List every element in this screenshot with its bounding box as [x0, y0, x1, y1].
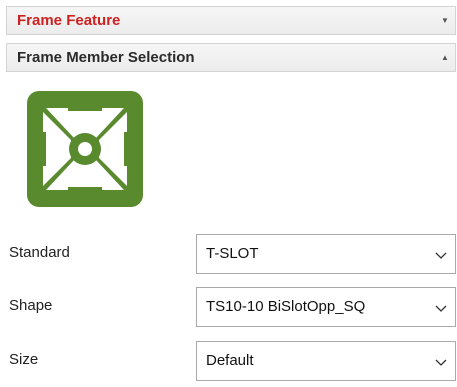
chevron-down-icon[interactable] [433, 247, 449, 263]
chevron-down-icon[interactable]: ▼ [435, 16, 455, 25]
chevron-up-icon[interactable]: ▲ [435, 53, 455, 62]
chevron-down-icon[interactable] [433, 354, 449, 370]
tslot-profile-icon [27, 91, 143, 207]
standard-dropdown[interactable]: T-SLOT [196, 234, 456, 274]
size-row: Size Default [0, 341, 457, 381]
size-dropdown[interactable]: Default [196, 341, 456, 381]
standard-value: T-SLOT [206, 245, 259, 262]
standard-label: Standard [9, 244, 70, 261]
chevron-down-icon[interactable] [433, 300, 449, 316]
shape-dropdown[interactable]: TS10-10 BiSlotOpp_SQ [196, 287, 456, 327]
property-panel: Frame Feature ▼ Frame Member Selection ▲… [0, 0, 457, 387]
shape-row: Shape TS10-10 BiSlotOpp_SQ [0, 287, 457, 327]
frame-feature-title: Frame Feature [17, 12, 121, 29]
frame-member-selection-title: Frame Member Selection [17, 49, 195, 66]
frame-member-selection-header[interactable]: Frame Member Selection ▲ [6, 43, 456, 72]
standard-row: Standard T-SLOT [0, 234, 457, 274]
size-label: Size [9, 351, 39, 368]
shape-value: TS10-10 BiSlotOpp_SQ [206, 298, 366, 315]
frame-feature-header[interactable]: Frame Feature ▼ [6, 6, 456, 35]
shape-label: Shape [9, 297, 53, 314]
size-value: Default [206, 352, 254, 369]
